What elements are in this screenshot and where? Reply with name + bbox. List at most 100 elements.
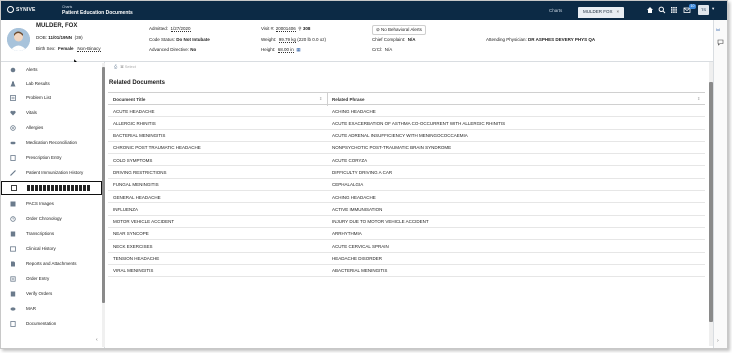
search-icon[interactable] (658, 6, 666, 14)
patient-banner: MULDER, FOX DOB: 11/01/19NN (39) Birth S… (1, 20, 713, 66)
sidebar-item-lab-results[interactable]: Lab Results (1, 77, 102, 91)
sidebar-item-verify-orders[interactable]: Verify Orders (1, 287, 102, 301)
sidebar-item-label: Verify Orders (26, 291, 53, 296)
tab-patient[interactable]: MULDER FOX × (578, 7, 625, 18)
sidebar-item-order-chronology[interactable]: Order Chronology (1, 212, 102, 226)
chart-activity-icon[interactable]: lııl (716, 27, 720, 32)
document-title-cell[interactable]: TENSION HEADACHE (113, 256, 159, 261)
chart-navigation-sidebar: Alerts Lab Results Problem List Vitals A… (1, 62, 105, 348)
height-value[interactable]: 68.00 in (277, 47, 294, 53)
code-status-field: Code Status: Do Not Intubate (149, 37, 210, 42)
sort-icon[interactable]: ⇕ (697, 96, 700, 101)
document-title-cell[interactable]: NECK EXERCISES (113, 244, 153, 249)
user-menu-button[interactable]: TS (698, 5, 709, 15)
column-header-document-title[interactable]: Document Title (113, 97, 145, 102)
table-row[interactable]: COLD SYMPTOMS ACUTE CORYZA (108, 154, 705, 167)
related-phrase-cell: CEPHALALGIA (332, 182, 364, 188)
table-row[interactable]: BACTERIAL MENINGITIS ACUTE ADRENAL INSUFF… (108, 130, 705, 142)
sidebar-item-label: Order Entry (26, 276, 50, 281)
sidebar-item-vitals[interactable]: Vitals (1, 106, 102, 120)
document-title-cell[interactable]: GENERAL HEADACHE (113, 195, 161, 200)
sidebar-item-problem-list[interactable]: Problem List (1, 91, 102, 105)
document-title-cell[interactable]: VIRAL MENINGITIS (113, 268, 153, 273)
sidebar-item-patient-education[interactable] (1, 181, 102, 195)
close-tab-icon[interactable]: × (617, 9, 620, 14)
select-button[interactable]: ▣ Select (121, 64, 136, 69)
document-title-cell[interactable]: INFLUENZA (113, 207, 138, 212)
alerts-text: No Behavioral Alerts (381, 27, 422, 32)
sidebar-item-documentation[interactable]: Documentation (1, 317, 102, 331)
chat-icon[interactable] (717, 39, 724, 46)
column-header-related-phrase[interactable]: Related Phrase (332, 97, 365, 102)
table-row[interactable]: CHRONIC POST TRAUMATIC HEADACHE NONPSYCHO… (108, 142, 705, 155)
table-row[interactable]: FUNGAL MENINGITIS CEPHALALGIA (108, 179, 705, 192)
table-row[interactable]: MOTOR VEHICLE ACCIDENT INJURY DUE TO MOTO… (108, 216, 705, 228)
flask-icon (10, 81, 16, 87)
advanced-directive-label: Advanced Directive: (149, 47, 190, 52)
table-row[interactable]: VIRAL MENINGITIS ABACTERIAL MENINGITIS (108, 265, 705, 278)
main-scrollbar-thumb[interactable] (709, 82, 713, 322)
sidebar-item-prescription-entry[interactable]: Prescription Entry (1, 151, 102, 165)
weight-value[interactable]: 99.79 kg (278, 37, 296, 43)
admitted-value[interactable]: 1/27/2020 (170, 26, 191, 32)
print-icon[interactable]: ⎙ (114, 64, 117, 69)
sidebar-item-label: Transcriptions (26, 231, 55, 236)
document-title-cell[interactable]: NEAR SYNCOPE (113, 231, 149, 236)
advanced-directive-value: No (190, 47, 197, 52)
sidebar-item-allergies[interactable]: Allergies (1, 121, 102, 135)
apps-grid-icon[interactable] (670, 6, 678, 14)
sidebar-item-pacs-images[interactable]: PACS Images (1, 197, 102, 211)
sidebar-item-medication-reconciliation[interactable]: Medication Reconciliation (1, 136, 102, 150)
table-row[interactable]: GENERAL HEADACHE ACHING HEADACHE (108, 191, 705, 204)
sidebar-item-order-entry[interactable]: Order Entry (1, 272, 102, 286)
related-phrase-cell: ACUTE CORYZA (332, 157, 368, 163)
documentation-icon (10, 321, 16, 327)
table-row[interactable]: ALLERGIC RHINITIS ACUTE EXACERBATION OF A… (108, 117, 705, 130)
table-row[interactable]: NEAR SYNCOPE ARRHYTHMIA (108, 228, 705, 241)
table-row[interactable]: INFLUENZA ACTIVE IMMUNISATION (108, 203, 705, 216)
document-title-cell[interactable]: FUNGAL MENINGITIS (113, 182, 159, 187)
visit-value[interactable]: 20001406 (275, 26, 296, 32)
sidebar-scrollbar[interactable] (102, 63, 105, 347)
table-row[interactable]: TENSION HEADACHE HEADACHE DISORDER (108, 253, 705, 265)
sidebar-item-alerts[interactable]: Alerts (1, 63, 102, 77)
document-title-cell[interactable]: COLD SYMPTOMS (113, 158, 152, 163)
tab-charts[interactable]: Charts (549, 8, 562, 13)
document-title-cell[interactable]: MOTOR VEHICLE ACCIDENT (113, 219, 174, 224)
document-title-cell[interactable]: DRIVING RESTRICTIONS (113, 170, 167, 175)
app-logo[interactable]: SYNIVE (7, 6, 36, 13)
table-row[interactable]: ACUTE HEADACHE ACHING HEADACHE (108, 105, 705, 118)
tab-patient-label: MULDER FOX (583, 9, 613, 14)
sidebar-item-transcriptions[interactable]: Transcriptions (1, 227, 102, 241)
table-row[interactable]: NECK EXERCISES ACUTE CERVICAL SPRAIN (108, 240, 705, 253)
related-phrase-cell: ABACTERIAL MENINGITIS (332, 268, 388, 274)
sidebar-item-reports-attachments[interactable]: Reports and Attachments (1, 257, 102, 271)
sidebar-collapse-icon[interactable]: ‹ (96, 337, 98, 343)
right-rail: lııl › (713, 20, 727, 348)
main-scrollbar[interactable] (709, 62, 713, 346)
weight-field: Weight: 99.79 kg (220 lb 0.0 oz) (261, 37, 326, 43)
sidebar-item-label: Patient Immunization History (26, 170, 84, 175)
calendar-icon[interactable]: ▦ (296, 47, 300, 52)
document-title-cell[interactable]: CHRONIC POST TRAUMATIC HEADACHE (113, 145, 201, 150)
document-title-cell[interactable]: BACTERIAL MENINGITIS (113, 133, 165, 138)
gender-value[interactable]: Non-Binacy (77, 46, 101, 52)
document-title-cell[interactable]: ALLERGIC RHINITIS (113, 121, 156, 126)
related-phrase-cell: ACHING HEADACHE (332, 108, 376, 114)
crcl-field: CrCl: N/A (372, 47, 392, 52)
chief-complaint-field: Chief Complaint: N/A (372, 37, 416, 42)
rail-collapse-icon[interactable]: › (717, 338, 719, 344)
sidebar-item-clinical-history[interactable]: Clinical History (1, 242, 102, 256)
table-row[interactable]: DRIVING RESTRICTIONS DIFFICULTY DRIVING A… (108, 166, 705, 179)
app-name: SYNIVE (16, 6, 36, 13)
alerts-pill[interactable]: ⊘ No Behavioral Alerts (372, 25, 426, 35)
sidebar-item-immunization-history[interactable]: Patient Immunization History (1, 166, 102, 180)
document-title-cell[interactable]: ACUTE HEADACHE (113, 109, 155, 114)
sidebar-item-mar[interactable]: MAR (1, 302, 102, 316)
sort-icon[interactable]: ⇕ (319, 96, 322, 101)
sidebar-scrollbar-thumb[interactable] (102, 67, 105, 303)
home-icon[interactable] (646, 6, 654, 14)
sidebar-item-label: Medication Reconciliation (26, 140, 78, 145)
chevron-down-icon[interactable]: ▾ (712, 6, 714, 12)
table-body: ACUTE HEADACHE ACHING HEADACHE ALLERGIC RH… (108, 105, 705, 278)
